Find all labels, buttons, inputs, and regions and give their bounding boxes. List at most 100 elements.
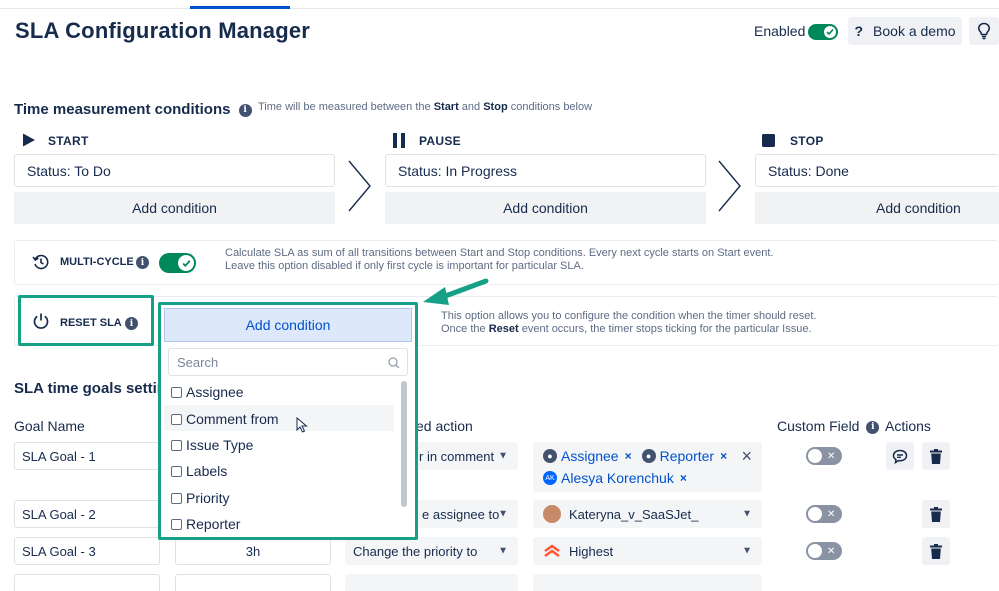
- goal-target-select[interactable]: Highest ▼: [533, 537, 762, 565]
- goal-target-select[interactable]: Kateryna_v_SaaSJet_ ▼: [533, 500, 762, 528]
- comment-button[interactable]: [886, 442, 914, 470]
- delete-button[interactable]: [922, 500, 950, 528]
- page-title: SLA Configuration Manager: [15, 18, 311, 43]
- power-icon: [32, 312, 50, 335]
- trash-icon: [930, 448, 942, 464]
- goal-target-select[interactable]: ● Assignee × ● Reporter × AK Alesya Korenchuk…: [533, 442, 762, 492]
- trash-icon: [930, 506, 942, 522]
- pause-condition-field[interactable]: Status: In Progress: [385, 154, 706, 187]
- goal-name-input[interactable]: SLA Goal - 2: [14, 500, 160, 528]
- start-condition-field[interactable]: Status: To Do: [14, 154, 335, 187]
- dropdown-search-input[interactable]: Search: [168, 348, 408, 376]
- stop-label: STOP: [790, 134, 824, 148]
- remove-tag-icon[interactable]: ×: [720, 449, 727, 463]
- multi-cycle-hint: Calculate SLA as sum of all transitions …: [225, 247, 774, 272]
- stop-add-condition-button[interactable]: Add condition: [755, 192, 999, 224]
- start-label: START: [48, 134, 89, 148]
- goal-target-select[interactable]: [533, 574, 762, 591]
- checkbox[interactable]: [171, 413, 182, 425]
- avatar: AK: [543, 471, 557, 485]
- tag-reporter: ● Reporter ×: [641, 448, 727, 464]
- user-icon: ●: [641, 449, 656, 463]
- delete-button[interactable]: [922, 442, 950, 470]
- dropdown-option[interactable]: Labels: [171, 463, 227, 479]
- checkbox[interactable]: [171, 492, 182, 504]
- dropdown-option[interactable]: Assignee: [171, 384, 244, 400]
- search-icon: [388, 357, 400, 369]
- reset-sla-label: RESET SLA: [60, 317, 122, 329]
- chevron-right-icon: [718, 160, 741, 212]
- dropdown-option[interactable]: Comment from: [171, 411, 279, 427]
- stop-icon: [762, 134, 775, 152]
- goal-name-input[interactable]: [14, 574, 160, 591]
- chevron-right-icon: [348, 160, 371, 212]
- close-icon: ✕: [827, 508, 836, 520]
- info-icon: i: [125, 317, 138, 330]
- tag-user: AK Alesya Korenchuk ×: [543, 470, 687, 486]
- chevron-down-icon: ▼: [498, 545, 508, 557]
- dropdown-scrollbar[interactable]: [401, 381, 407, 507]
- lightbulb-icon: [977, 22, 991, 40]
- dropdown-option[interactable]: Issue Type: [171, 437, 253, 453]
- checkbox[interactable]: [171, 439, 182, 451]
- user-icon: ●: [543, 449, 557, 463]
- active-tab-indicator: [190, 6, 290, 9]
- checkbox[interactable]: [171, 518, 182, 530]
- reset-condition-dropdown: Add condition Search Assignee Comment fr…: [158, 302, 418, 540]
- chevron-down-icon: ▼: [498, 508, 508, 520]
- goal-time-input[interactable]: [175, 574, 331, 591]
- check-icon: [178, 255, 194, 271]
- goal-action-select[interactable]: [345, 574, 518, 591]
- delete-button[interactable]: [922, 537, 950, 565]
- remove-tag-icon[interactable]: ×: [680, 471, 687, 485]
- cursor-icon: [296, 417, 308, 433]
- custom-field-toggle[interactable]: ✕: [806, 542, 842, 560]
- col-custom-field: Custom Field i: [777, 418, 880, 434]
- chevron-down-icon: ▼: [742, 508, 752, 520]
- multi-cycle-label: MULTI-CYCLE: [60, 256, 134, 268]
- top-divider: [0, 8, 999, 9]
- history-icon: [32, 253, 50, 276]
- stop-condition-field[interactable]: Status: Done: [755, 154, 999, 187]
- priority-highest-icon: [544, 544, 560, 557]
- avatar: [543, 505, 561, 523]
- remove-tag-icon[interactable]: ×: [625, 449, 632, 463]
- custom-field-toggle[interactable]: ✕: [806, 447, 842, 465]
- comment-icon: [892, 449, 908, 464]
- start-add-condition-button[interactable]: Add condition: [14, 192, 335, 224]
- chevron-down-icon: ▼: [742, 545, 752, 557]
- dropdown-option[interactable]: Reporter: [171, 516, 240, 532]
- pause-add-condition-button[interactable]: Add condition: [385, 192, 706, 224]
- goal-name-input[interactable]: SLA Goal - 3: [14, 537, 160, 565]
- close-icon: ✕: [827, 450, 836, 462]
- goal-time-input[interactable]: 3h: [175, 537, 331, 565]
- book-demo-button[interactable]: ? Book a demo: [848, 17, 962, 45]
- multi-cycle-toggle[interactable]: [159, 253, 196, 273]
- enabled-toggle[interactable]: [808, 24, 838, 40]
- pause-icon: [392, 133, 406, 153]
- custom-field-toggle[interactable]: ✕: [806, 505, 842, 523]
- check-icon: [824, 26, 836, 38]
- question-icon: ?: [854, 23, 864, 39]
- pause-label: PAUSE: [419, 134, 461, 148]
- arrow-pointer-icon: [423, 278, 489, 305]
- clear-icon[interactable]: ×: [741, 446, 752, 467]
- time-conditions-title: Time measurement conditions i: [14, 101, 252, 118]
- goal-action-select[interactable]: Change the priority to ▼: [345, 537, 518, 565]
- dropdown-option[interactable]: Priority: [171, 490, 230, 506]
- col-action: ed action: [416, 418, 473, 434]
- lightbulb-button[interactable]: [969, 17, 999, 45]
- reset-add-condition-button[interactable]: Add condition: [164, 308, 412, 342]
- trash-icon: [930, 543, 942, 559]
- info-icon: i: [136, 256, 149, 269]
- tag-assignee: ● Assignee ×: [543, 448, 632, 464]
- col-goal-name: Goal Name: [14, 418, 85, 434]
- chevron-down-icon: ▼: [498, 450, 508, 462]
- reset-sla-hint: This option allows you to configure the …: [441, 310, 817, 335]
- checkbox[interactable]: [171, 386, 182, 398]
- goal-name-input[interactable]: SLA Goal - 1: [14, 442, 160, 470]
- enabled-label: Enabled: [754, 23, 806, 39]
- time-conditions-hint: Time will be measured between the Start …: [258, 101, 593, 113]
- close-icon: ✕: [827, 545, 836, 557]
- checkbox[interactable]: [171, 465, 182, 477]
